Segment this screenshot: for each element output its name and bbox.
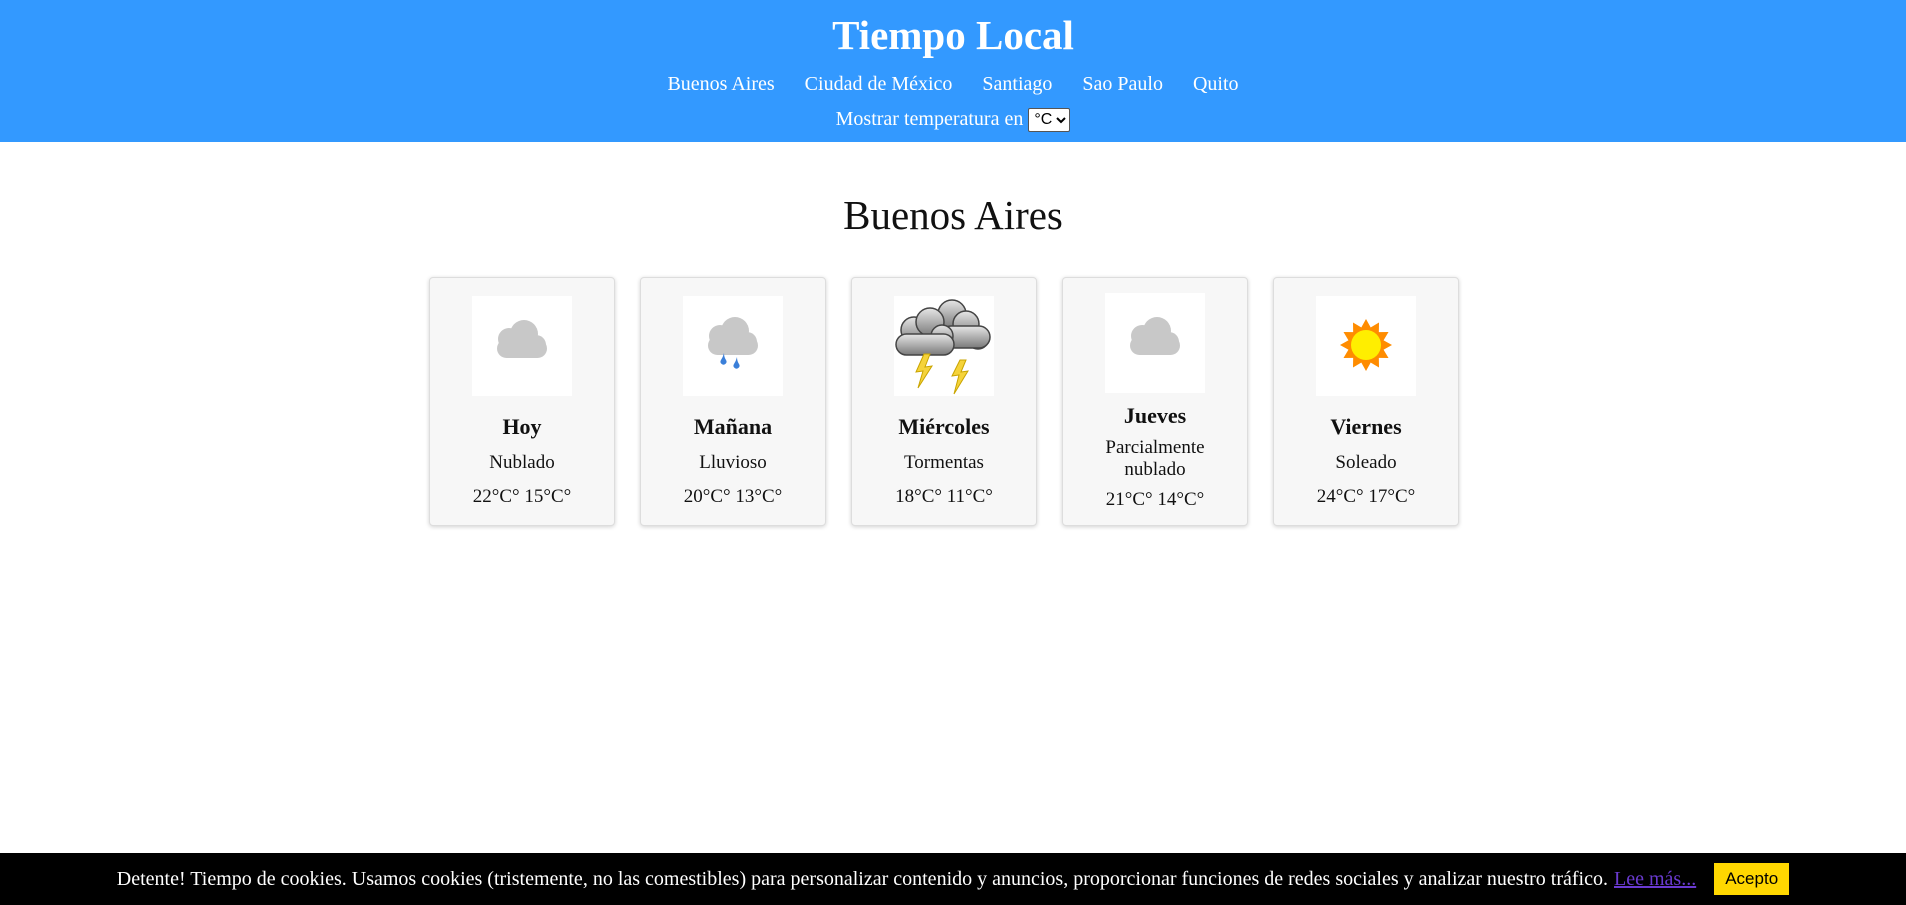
day-name: Jueves (1123, 402, 1187, 428)
city-title: Buenos Aires (843, 192, 1063, 238)
forecast-card: Mañana Lluvioso 20°C° 13°C° (640, 277, 826, 526)
condition-text: Nublado (489, 451, 555, 473)
unit-label: Mostrar temperatura en (835, 108, 1024, 130)
cookie-learn-more-link[interactable]: Lee más... (1614, 868, 1696, 891)
day-name: Hoy (502, 413, 542, 439)
site-title: Tiempo Local (832, 12, 1074, 58)
unit-selector-row: Mostrar temperatura en °C (0, 106, 1906, 132)
temperature-range: 22°C° 15°C° (472, 485, 572, 507)
cookie-accept-button[interactable]: Acepto (1714, 863, 1790, 895)
nav-link-santiago[interactable]: Santiago (982, 70, 1052, 98)
cookie-banner: Detente! Tiempo de cookies. Usamos cooki… (0, 853, 1906, 905)
temperature-range: 18°C° 11°C° (895, 485, 993, 507)
cloud-icon (472, 295, 572, 396)
day-name: Mañana (693, 413, 773, 439)
forecast-card: Jueves Parcialmente nublado 21°C° 14°C° (1062, 277, 1248, 526)
site-header: Tiempo Local Buenos Aires Ciudad de Méxi… (0, 0, 1906, 142)
forecast-cards: Hoy Nublado 22°C° 15°C° Mañana Lluvioso … (429, 277, 1459, 526)
nav-link-sao-paulo[interactable]: Sao Paulo (1082, 70, 1163, 98)
condition-text: Lluvioso (699, 451, 767, 473)
condition-text: Soleado (1335, 451, 1397, 473)
forecast-card: Hoy Nublado 22°C° 15°C° (429, 277, 615, 526)
rain-icon (683, 295, 783, 396)
city-nav: Buenos Aires Ciudad de México Santiago S… (0, 70, 1906, 98)
forecast-card: Miércoles Tormentas 18°C° 11°C° (851, 277, 1037, 526)
temperature-range: 21°C° 14°C° (1105, 488, 1205, 510)
temperature-range: 20°C° 13°C° (683, 485, 783, 507)
temperature-range: 24°C° 17°C° (1316, 485, 1416, 507)
condition-text: Parcialmente nublado (1105, 436, 1205, 480)
condition-text: Tormentas (904, 451, 984, 473)
forecast-card: Viernes Soleado 24°C° 17°C° (1273, 277, 1459, 526)
unit-select[interactable]: °C (1028, 107, 1071, 132)
cloud-icon (1105, 292, 1205, 393)
nav-link-quito[interactable]: Quito (1193, 70, 1239, 98)
cookie-message: Detente! Tiempo de cookies. Usamos cooki… (116, 867, 1608, 890)
nav-link-ciudad-de-mexico[interactable]: Ciudad de México (805, 70, 953, 98)
sun-icon (1316, 295, 1416, 396)
day-name: Miércoles (898, 413, 990, 439)
storm-icon (894, 295, 994, 396)
day-name: Viernes (1330, 413, 1402, 439)
nav-link-buenos-aires[interactable]: Buenos Aires (667, 70, 774, 98)
